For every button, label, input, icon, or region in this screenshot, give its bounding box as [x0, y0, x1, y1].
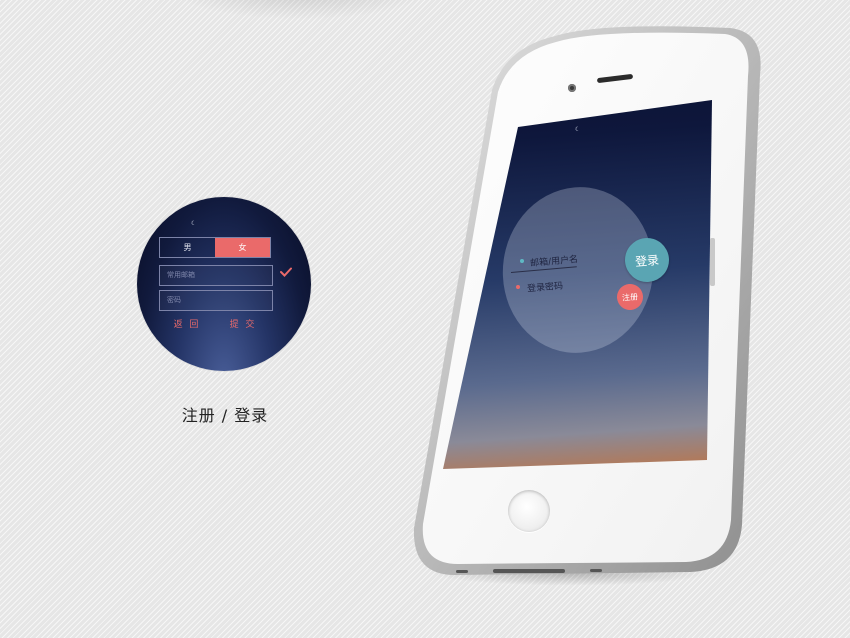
- preview-actions: 返 回 提 交: [159, 317, 271, 330]
- front-camera-icon: [568, 84, 576, 92]
- user-icon: [520, 259, 524, 263]
- dock-connector: [493, 569, 565, 573]
- gender-female-option[interactable]: 女: [215, 238, 270, 257]
- top-shadow: [170, 0, 430, 20]
- password-input[interactable]: 密码: [159, 290, 273, 311]
- phone-body: [413, 26, 761, 575]
- gender-male-option[interactable]: 男: [160, 238, 215, 257]
- email-input[interactable]: 常用邮箱: [159, 265, 273, 286]
- submit-button[interactable]: 提 交: [230, 317, 257, 330]
- check-icon: [280, 267, 292, 277]
- register-preview-circle: ☾ 男 女 常用邮箱 密码 返 回 提 交: [137, 197, 311, 371]
- speaker-grill-right: [590, 569, 602, 572]
- speaker-grill-left: [456, 570, 468, 573]
- gender-toggle[interactable]: 男 女: [159, 237, 271, 258]
- star-icon: ☾: [575, 126, 581, 133]
- home-button[interactable]: [508, 490, 550, 532]
- lock-icon: [516, 285, 520, 289]
- page-title: 注册 / 登录: [181, 406, 269, 425]
- moon-icon: ☾: [191, 220, 197, 227]
- back-button[interactable]: 返 回: [174, 317, 201, 330]
- volume-button: [710, 238, 715, 286]
